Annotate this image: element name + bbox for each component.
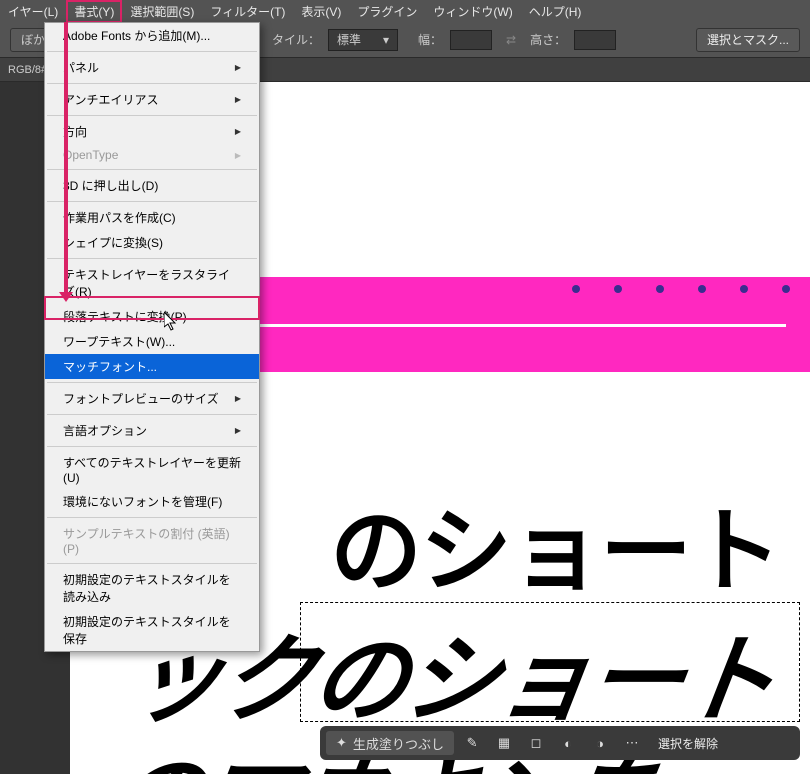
menu-item-12[interactable]: シェイプに変換(S) [45, 230, 259, 255]
style-label: タイル： [272, 31, 320, 48]
menu-item-15[interactable]: 段落テキストに変換(P) [45, 304, 259, 329]
menu-window[interactable]: ウィンドウ(W) [425, 0, 520, 23]
menu-item-29[interactable]: 初期設定のテキストスタイルを保存 [45, 609, 259, 651]
menu-item-6[interactable]: 方向 [45, 119, 259, 144]
deselect-button[interactable]: 選択を解除 [650, 735, 726, 752]
sparkle-icon: ✦ [336, 735, 347, 751]
generative-fill-button[interactable]: ✦ 生成塗りつぶし [326, 731, 454, 755]
menu-item-16[interactable]: ワープテキスト(W)... [45, 329, 259, 354]
menu-item-7: OpenType [45, 144, 259, 166]
menu-layer[interactable]: イヤー(L) [0, 0, 66, 23]
menu-item-21[interactable]: 言語オプション [45, 418, 259, 443]
menu-item-14[interactable]: テキストレイヤーをラスタライズ(R) [45, 262, 259, 304]
menu-item-28[interactable]: 初期設定のテキストスタイルを読み込み [45, 567, 259, 609]
add-selection-icon[interactable]: ▦ [490, 731, 518, 755]
menu-help[interactable]: ヘルプ(H) [521, 0, 590, 23]
swap-icon[interactable]: ⇄ [506, 33, 516, 47]
width-input[interactable] [450, 30, 492, 50]
menu-filter[interactable]: フィルター(T) [202, 0, 293, 23]
menu-item-24[interactable]: 環境にないフォントを管理(F) [45, 489, 259, 514]
menu-item-17[interactable]: マッチフォント... [45, 354, 259, 379]
canvas-text-1: のショート [330, 477, 780, 610]
menu-plugin[interactable]: プラグイン [349, 0, 425, 23]
menu-item-23[interactable]: すべてのテキストレイヤーを更新(U) [45, 450, 259, 489]
menu-item-9[interactable]: 3D に押し出し(D) [45, 173, 259, 198]
menu-item-11[interactable]: 作業用パスを作成(C) [45, 205, 259, 230]
menu-type[interactable]: 書式(Y) [66, 0, 122, 23]
menu-item-0[interactable]: Adobe Fonts から追加(M)... [45, 23, 259, 48]
main-menubar: イヤー(L) 書式(Y) 選択範囲(S) フィルター(T) 表示(V) プラグイ… [0, 0, 810, 22]
style-dropdown[interactable]: 標準▾ [328, 29, 398, 51]
height-input[interactable] [574, 30, 616, 50]
menu-item-26: サンプルテキストの割付 (英語) (P) [45, 521, 259, 560]
invert-icon[interactable]: ◑ [586, 731, 614, 755]
dots-row [572, 285, 790, 293]
menu-item-19[interactable]: フォントプレビューのサイズ [45, 386, 259, 411]
menu-item-2[interactable]: パネル [45, 55, 259, 80]
mask-icon[interactable]: ◻ [522, 731, 550, 755]
brush-icon[interactable]: ✎ [458, 731, 486, 755]
type-dropdown-menu: Adobe Fonts から追加(M)... パネルアンチエイリアス方向OpenT… [44, 22, 260, 652]
menu-view[interactable]: 表示(V) [293, 0, 349, 23]
contextual-taskbar: ✦ 生成塗りつぶし ✎ ▦ ◻ ◐ ◑ ⋯ 選択を解除 [320, 726, 800, 760]
adjust-icon[interactable]: ◐ [554, 731, 582, 755]
menu-select[interactable]: 選択範囲(S) [122, 0, 202, 23]
more-icon[interactable]: ⋯ [618, 731, 646, 755]
menu-item-4[interactable]: アンチエイリアス [45, 87, 259, 112]
width-label: 幅： [418, 31, 442, 48]
select-and-mask-button[interactable]: 選択とマスク... [696, 28, 800, 52]
height-label: 高さ： [530, 31, 566, 48]
